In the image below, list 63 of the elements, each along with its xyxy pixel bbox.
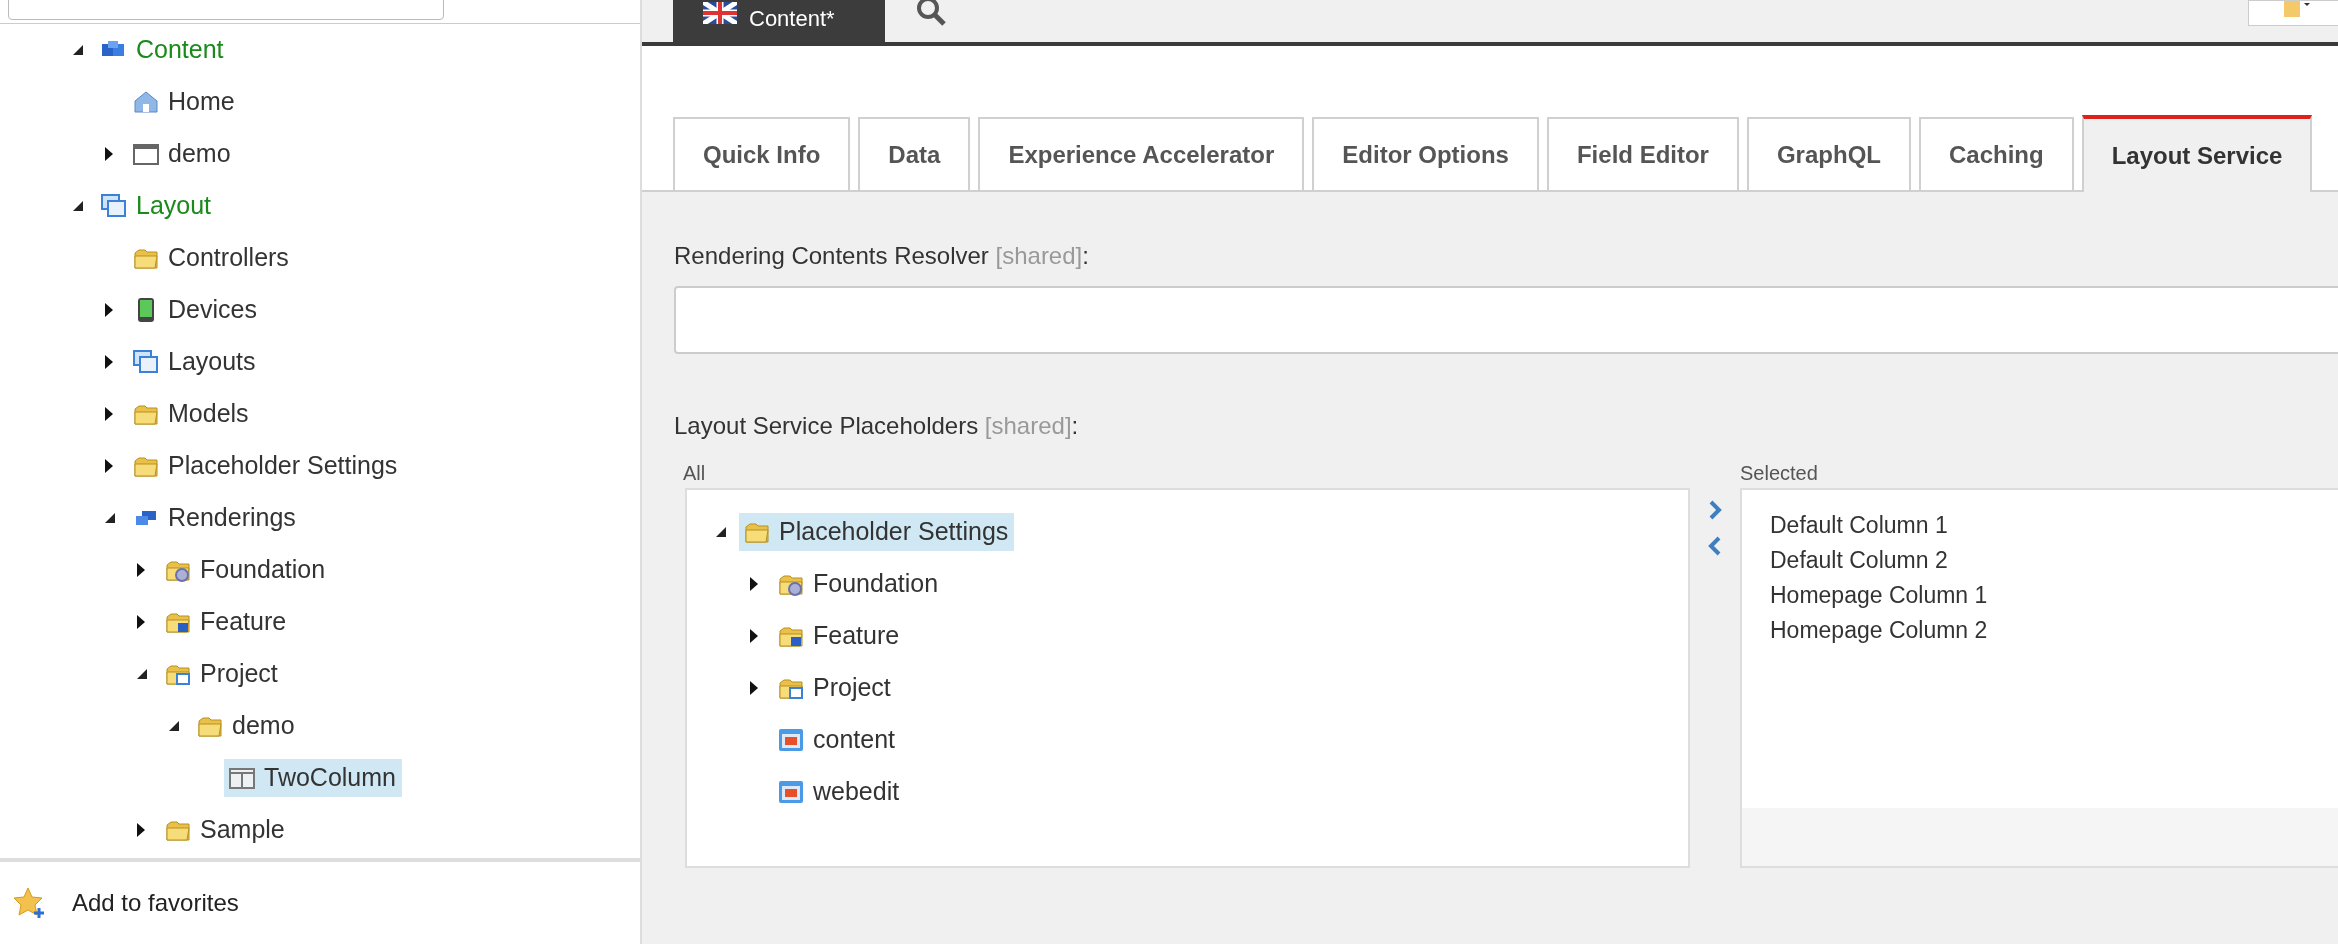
tab[interactable]: Layout Service [2081,115,2313,192]
flag-icon [703,2,737,24]
collapse-toggle-icon[interactable] [72,200,84,212]
expand-toggle-icon[interactable] [136,614,146,630]
windows-icon [132,348,160,376]
list-item[interactable]: Homepage Column 2 [1770,613,1988,648]
list-item[interactable]: Default Column 2 [1770,543,1948,578]
expand-toggle-icon[interactable] [104,406,114,422]
chevron-left-icon[interactable] [1708,536,1722,556]
list-item[interactable]: Homepage Column 1 [1770,578,1988,613]
collapse-toggle-icon[interactable] [104,512,116,524]
tree-item[interactable]: Feature [160,603,293,641]
tree-item[interactable]: content [773,721,901,759]
expand-toggle-icon[interactable] [104,458,114,474]
tree-item[interactable]: Layout [96,187,218,225]
tree-item[interactable]: Foundation [773,565,945,603]
list-heading: Selected [1740,461,1819,486]
tree-item[interactable]: Models [128,395,255,433]
tab[interactable]: Editor Options [1312,117,1539,190]
chevron-right-icon[interactable] [1708,500,1722,520]
tree-item[interactable]: Content [96,31,230,69]
tree-item[interactable]: Sample [160,811,291,849]
expand-toggle-icon[interactable] [104,146,114,162]
tab[interactable]: GraphQL [1746,117,1911,190]
tab[interactable]: Quick Info [673,117,851,190]
editor-tab[interactable]: Content* [673,0,885,42]
expand-toggle-icon[interactable] [104,354,114,370]
tree-item[interactable]: demo [128,135,237,173]
collapse-toggle-icon[interactable] [136,668,148,680]
grid-window-icon [777,778,805,806]
tree-item[interactable]: Renderings [128,499,302,537]
tree-item[interactable]: Project [773,669,897,707]
resolver-input[interactable] [674,286,2338,354]
expand-toggle-icon[interactable] [136,562,146,578]
tree-item[interactable]: demo [192,707,301,745]
expand-toggle-icon[interactable] [104,302,114,318]
add-to-favorites-link[interactable]: Add to favorites [72,885,239,921]
tree-item[interactable]: Devices [128,291,263,329]
tree-item[interactable]: Controllers [128,239,295,277]
list-item[interactable]: Default Column 1 [1770,508,1948,543]
tree-item[interactable]: Foundation [160,551,332,589]
tree-item[interactable]: TwoColumn [224,759,402,797]
expand-toggle-icon[interactable] [749,576,759,592]
tree-item[interactable]: Placeholder Settings [739,513,1015,551]
tree-item[interactable]: Feature [773,617,906,655]
tab[interactable]: Experience Accelerator [978,117,1305,190]
expand-toggle-icon[interactable] [136,822,146,838]
list-heading: All [683,461,707,486]
expand-toggle-icon[interactable] [749,680,759,696]
tree-item[interactable]: webedit [773,773,906,811]
expand-toggle-icon[interactable] [749,628,759,644]
tree-item[interactable]: Placeholder Settings [128,447,404,485]
collapse-toggle-icon[interactable] [168,720,180,732]
tab[interactable]: Data [858,117,971,190]
tab[interactable]: Caching [1918,117,2074,190]
collapse-toggle-icon[interactable] [715,526,727,538]
tree-item[interactable]: Home [128,83,241,121]
collapse-toggle-icon[interactable] [72,44,84,56]
grid-window-icon [777,726,805,754]
tree-item[interactable]: Project [160,655,284,693]
windows-icon [100,192,128,220]
tree-item[interactable]: Layouts [128,343,262,381]
tab[interactable]: Field Editor [1546,117,1739,190]
